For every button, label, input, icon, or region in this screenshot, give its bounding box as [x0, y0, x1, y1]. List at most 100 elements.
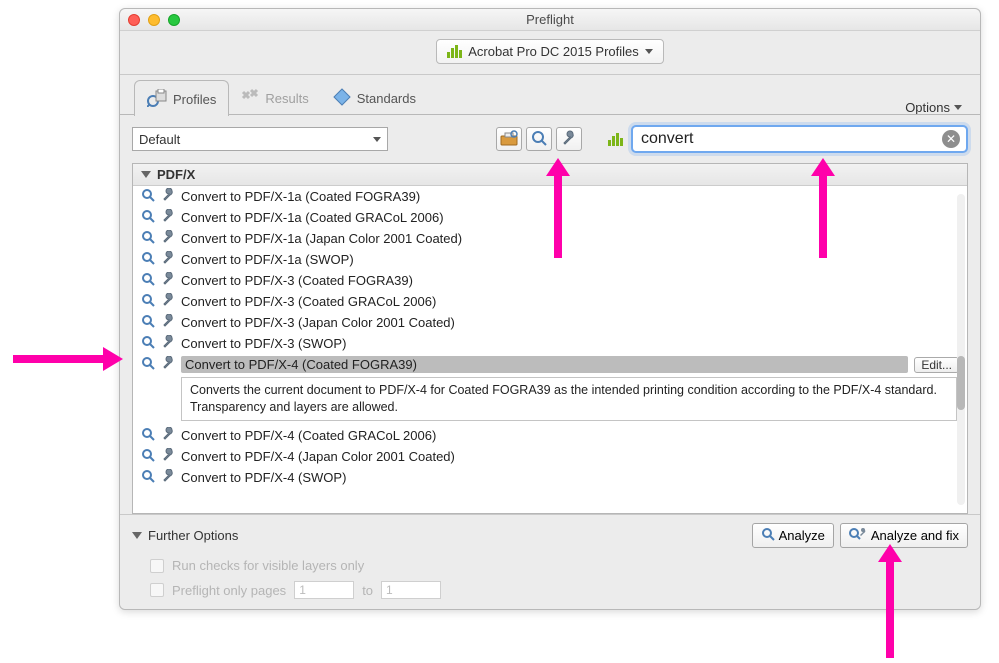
diamond-icon [333, 88, 351, 109]
profile-bar: Acrobat Pro DC 2015 Profiles [120, 31, 980, 75]
profile-row[interactable]: Convert to PDF/X-1a (Japan Color 2001 Co… [133, 228, 967, 249]
magnifier-icon [141, 427, 155, 444]
analyze-button[interactable]: Analyze [752, 523, 834, 548]
category-header[interactable]: PDF/X [133, 164, 967, 186]
sub-options: Run checks for visible layers only Prefl… [132, 558, 968, 599]
tab-label: Results [265, 91, 308, 106]
tab-profiles[interactable]: Profiles [134, 80, 229, 116]
toolbox-filter-button[interactable] [496, 127, 522, 151]
options-menu[interactable]: Options [905, 100, 966, 115]
tab-label: Standards [357, 91, 416, 106]
preflight-pages-label: Preflight only pages [172, 583, 286, 598]
profile-row[interactable]: Convert to PDF/X-3 (Coated FOGRA39) [133, 270, 967, 291]
window-title: Preflight [120, 12, 980, 27]
body-area: Default [120, 115, 980, 514]
dropdown-value: Default [139, 132, 180, 147]
run-checks-label: Run checks for visible layers only [172, 558, 364, 573]
search-area: ✕ [608, 125, 968, 153]
button-label: Analyze and fix [871, 528, 959, 543]
further-options-toggle[interactable]: Further Options [132, 528, 238, 543]
annotation-arrow-icon [13, 344, 123, 374]
wrench-icon [161, 448, 175, 465]
tools-cross-icon [241, 88, 259, 109]
disclosure-triangle-icon [141, 171, 151, 178]
profile-row[interactable]: Convert to PDF/X-3 (SWOP) [133, 333, 967, 354]
wrench-icon [161, 188, 175, 205]
profile-label: Convert to PDF/X-3 (Coated FOGRA39) [181, 273, 413, 288]
wrench-icon [161, 427, 175, 444]
profile-row[interactable]: Convert to PDF/X-1a (Coated GRACoL 2006) [133, 207, 967, 228]
chevron-down-icon [954, 105, 962, 110]
titlebar: Preflight [120, 9, 980, 31]
profile-label: Convert to PDF/X-1a (SWOP) [181, 252, 354, 267]
filter-icon-group [496, 127, 582, 151]
page-from-input [294, 581, 354, 599]
wrench-icon [161, 230, 175, 247]
bars-icon [447, 45, 462, 58]
magnifier-icon [141, 188, 155, 205]
footer: Further Options Analyze Analyze and fix [120, 514, 980, 609]
magnifier-icon [761, 527, 775, 544]
disclosure-triangle-icon [132, 532, 142, 539]
profile-label: Convert to PDF/X-3 (SWOP) [181, 336, 346, 351]
magnifier-icon [141, 293, 155, 310]
search-input-wrap[interactable]: ✕ [631, 125, 968, 153]
wrench-filter-button[interactable] [556, 127, 582, 151]
printer-magnifier-icon [147, 89, 167, 110]
profile-label: Convert to PDF/X-4 (Japan Color 2001 Coa… [181, 449, 455, 464]
library-dropdown[interactable]: Default [132, 127, 388, 151]
profile-row[interactable]: Convert to PDF/X-4 (Coated GRACoL 2006) [133, 425, 967, 446]
preflight-window: Preflight Acrobat Pro DC 2015 Profiles P… [119, 8, 981, 610]
magnifier-icon [531, 130, 547, 149]
profile-row[interactable]: Convert to PDF/X-1a (SWOP) [133, 249, 967, 270]
tab-results[interactable]: Results [229, 80, 320, 115]
tabstrip: Profiles Results Standards Options [120, 75, 980, 115]
profile-label: Convert to PDF/X-1a (Coated FOGRA39) [181, 189, 420, 204]
wrench-icon [561, 130, 577, 149]
profile-label: Convert to PDF/X-4 (SWOP) [181, 470, 346, 485]
magnifier-icon [141, 356, 155, 373]
magnifier-icon [141, 272, 155, 289]
clear-search-icon[interactable]: ✕ [942, 130, 960, 148]
scrollbar-thumb[interactable] [957, 356, 965, 410]
toolbox-icon [500, 130, 518, 149]
profile-list: PDF/X Convert to PDF/X-1a (Coated FOGRA3… [132, 163, 968, 514]
profile-row[interactable]: Convert to PDF/X-3 (Japan Color 2001 Coa… [133, 312, 967, 333]
magnifier-icon [141, 230, 155, 247]
wrench-icon [161, 314, 175, 331]
profile-selector[interactable]: Acrobat Pro DC 2015 Profiles [436, 39, 664, 64]
preflight-pages-checkbox [150, 583, 164, 597]
profile-label: Convert to PDF/X-3 (Japan Color 2001 Coa… [181, 315, 455, 330]
profile-row[interactable]: Convert to PDF/X-3 (Coated GRACoL 2006) [133, 291, 967, 312]
search-input[interactable] [639, 129, 942, 149]
magnifier-filter-button[interactable] [526, 127, 552, 151]
profile-label: Convert to PDF/X-1a (Coated GRACoL 2006) [181, 210, 444, 225]
tab-standards[interactable]: Standards [321, 80, 428, 115]
run-checks-checkbox [150, 559, 164, 573]
profile-description: Converts the current document to PDF/X-4… [181, 377, 957, 421]
wrench-icon [161, 209, 175, 226]
analyze-and-fix-button[interactable]: Analyze and fix [840, 523, 968, 548]
wrench-icon [161, 356, 175, 373]
magnifier-icon [141, 314, 155, 331]
profile-row[interactable]: Convert to PDF/X-4 (Coated FOGRA39)Edit.… [133, 354, 967, 375]
button-label: Analyze [779, 528, 825, 543]
scrollbar[interactable] [957, 194, 965, 505]
edit-button[interactable]: Edit... [914, 357, 959, 373]
magnifier-wrench-icon [849, 527, 867, 544]
magnifier-icon [141, 469, 155, 486]
profile-row[interactable]: Convert to PDF/X-1a (Coated FOGRA39) [133, 186, 967, 207]
page-to-label: to [362, 583, 373, 598]
profile-row[interactable]: Convert to PDF/X-4 (Japan Color 2001 Coa… [133, 446, 967, 467]
options-label: Options [905, 100, 950, 115]
wrench-icon [161, 335, 175, 352]
profile-label: Convert to PDF/X-4 (Coated GRACoL 2006) [181, 428, 436, 443]
profile-row[interactable]: Convert to PDF/X-4 (SWOP) [133, 467, 967, 488]
chevron-down-icon [645, 49, 653, 54]
profile-label: Convert to PDF/X-1a (Japan Color 2001 Co… [181, 231, 462, 246]
wrench-icon [161, 293, 175, 310]
further-options-label: Further Options [148, 528, 238, 543]
wrench-icon [161, 469, 175, 486]
magnifier-icon [141, 251, 155, 268]
toolbar: Default [132, 125, 968, 153]
